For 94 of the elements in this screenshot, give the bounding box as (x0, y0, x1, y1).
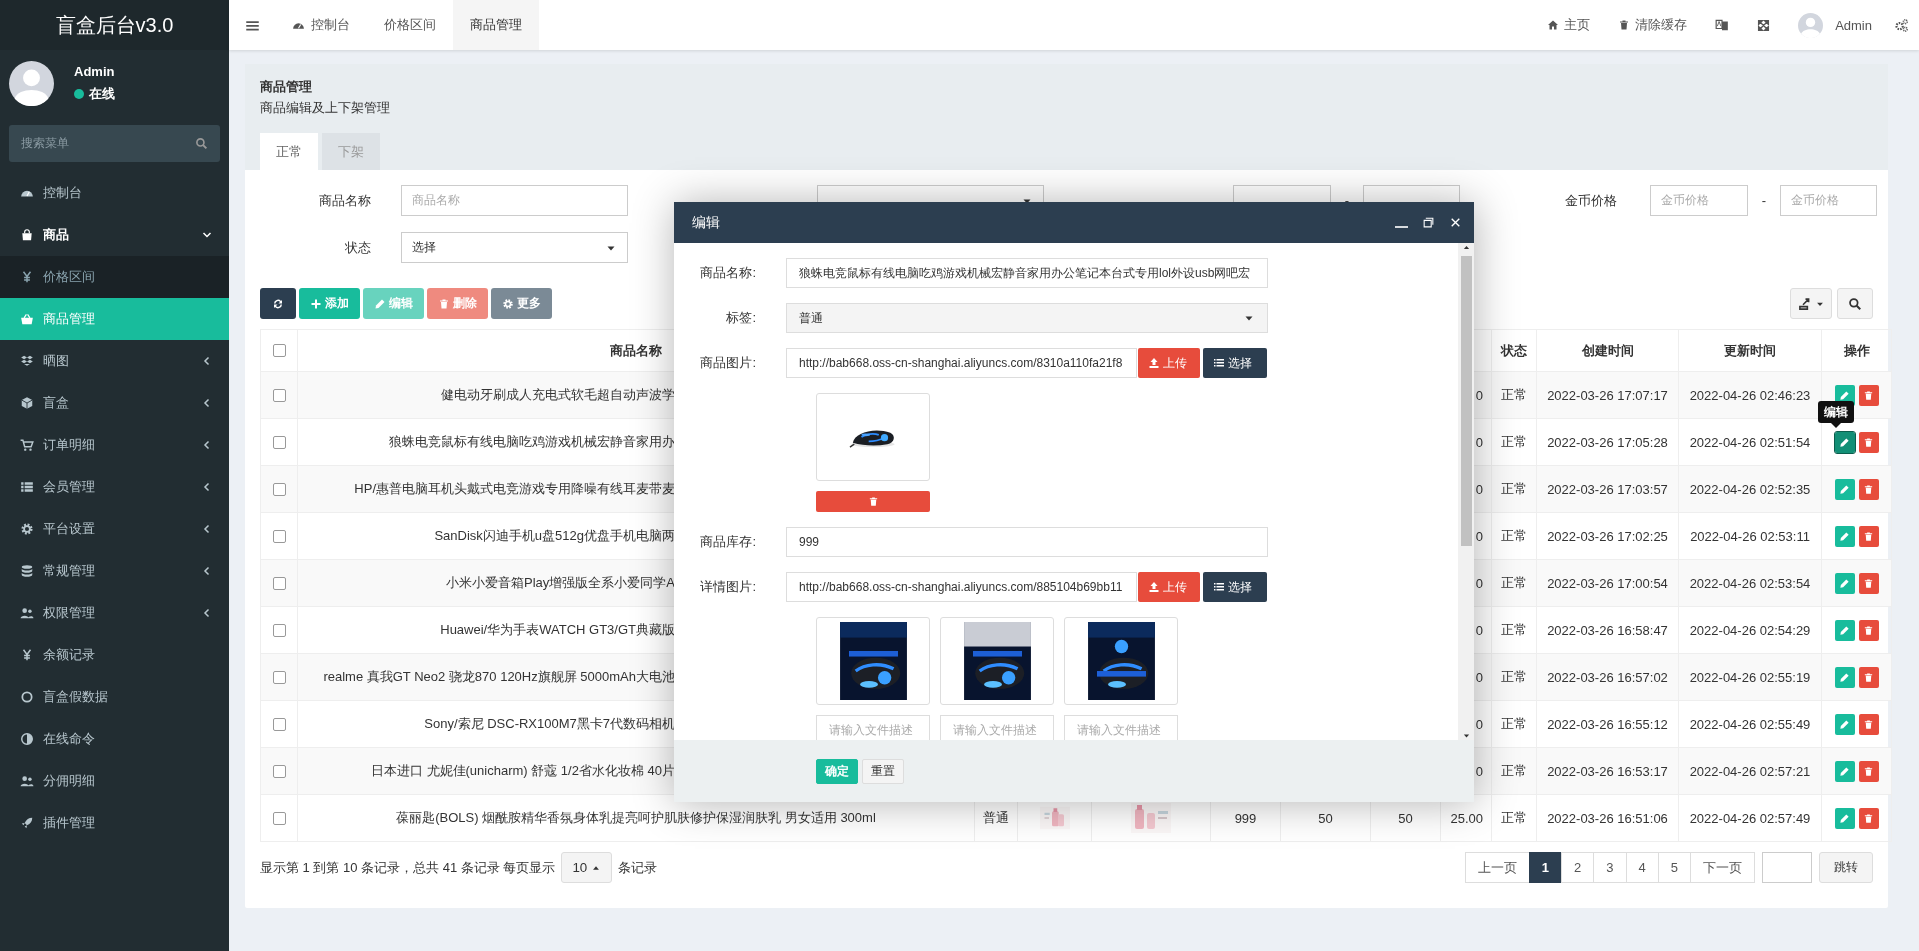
user-name[interactable]: Admin (1835, 17, 1872, 33)
more-button[interactable]: 更多 (491, 288, 552, 319)
table-cell: 正常 (1491, 747, 1537, 795)
pagination-summary: 显示第 1 到第 10 条记录，总共 41 条记录 每页显示 (260, 858, 556, 877)
column-header: 操作 (1821, 329, 1892, 372)
page-size-select[interactable]: 10 (561, 852, 613, 883)
url-field[interactable]: http://bab668.oss-cn-shanghai.aliyuncs.com/8310a110fa21f8 (786, 348, 1137, 378)
table-cell: 2022-03-26 16:53:17 (1536, 747, 1679, 795)
upload-button[interactable]: 上传 (1138, 572, 1200, 602)
range-separator: - (1343, 193, 1351, 208)
online-status: 在线 (74, 84, 115, 103)
table-cell: 正常 (1491, 512, 1537, 560)
sidebar-item[interactable]: 订单明细 (0, 424, 229, 466)
tooltip: 编辑 (1818, 401, 1854, 428)
sidebar-item[interactable]: 盲盒假数据 (0, 676, 229, 718)
filter-label: 金币价格 (1564, 191, 1617, 210)
table-cell: 正常 (1491, 794, 1537, 842)
table-cell: 2022-04-26 02:57:21 (1678, 747, 1822, 795)
sidebar-item[interactable]: 盲盒 (0, 382, 229, 424)
sidebar-item[interactable]: 价格区间 (0, 256, 229, 298)
table-cell: 2022-03-26 17:03:57 (1536, 465, 1679, 513)
table-cell: 2022-04-26 02:54:29 (1678, 606, 1822, 654)
form-label: 商品名称: (699, 264, 757, 282)
table-cell: 2022-04-26 02:55:49 (1678, 700, 1822, 748)
table-cell: 2022-03-26 16:55:12 (1536, 700, 1679, 748)
text-field[interactable]: 999 (786, 527, 1268, 557)
status-tab[interactable]: 正常 (260, 133, 318, 170)
sidebar-item[interactable]: 分佣明细 (0, 760, 229, 802)
table-cell: 2022-04-26 02:53:11 (1678, 512, 1822, 560)
table-cell: 2022-03-26 16:58:47 (1536, 606, 1679, 654)
page-title: 商品管理 (260, 78, 313, 96)
nav-tab[interactable]: 商品管理 (453, 0, 539, 50)
text-field[interactable]: 狼蛛电竞鼠标有线电脑吃鸡游戏机械宏静音家用办公笔记本台式专用lol外设usb网吧宏 (786, 258, 1268, 288)
table-cell: 正常 (1491, 418, 1537, 466)
sidebar-item[interactable]: 控制台 (0, 172, 229, 214)
user-name: Admin (74, 63, 115, 79)
choose-button[interactable]: 选择 (1203, 572, 1267, 602)
prev-page-button[interactable]: 上一页 (1464, 852, 1530, 883)
sidebar-item[interactable]: 插件管理 (0, 802, 229, 844)
select-field[interactable]: 选择 (401, 232, 628, 263)
page-button[interactable]: 3 (1593, 852, 1627, 883)
table-cell: 2022-03-26 17:02:25 (1536, 512, 1679, 560)
table-cell: 2022-03-26 17:00:54 (1536, 559, 1679, 607)
table-cell: 2022-03-26 16:57:02 (1536, 653, 1679, 701)
toolbar-link[interactable]: 清除缓存 (1604, 0, 1702, 50)
table-cell: 正常 (1491, 371, 1537, 419)
url-field[interactable]: http://bab668.oss-cn-shanghai.aliyuncs.com/885104b69bb11 (786, 572, 1137, 602)
sidebar-item[interactable]: 常规管理 (0, 550, 229, 592)
sidebar-item[interactable]: 平台设置 (0, 508, 229, 550)
form-label: 详情图片: (699, 578, 757, 596)
column-header: 更新时间 (1678, 329, 1822, 372)
sidebar-item[interactable]: 在线命令 (0, 718, 229, 760)
nav-tab[interactable]: 价格区间 (367, 0, 453, 50)
table-cell: 2022-03-26 17:07:17 (1536, 371, 1679, 419)
pagination-suffix: 条记录 (618, 858, 658, 877)
filter-label: 状态 (344, 238, 371, 257)
table-cell: 2022-04-26 02:55:19 (1678, 653, 1822, 701)
app-logo: 盲盒后台v3.0 (0, 0, 229, 50)
table-cell: 2022-03-26 16:51:06 (1536, 794, 1679, 842)
reset-button[interactable]: 重置 (862, 758, 904, 784)
select-field[interactable]: 普通 (786, 303, 1268, 333)
sidebar-item[interactable]: 商品 (0, 214, 229, 256)
column-header: 状态 (1491, 329, 1537, 372)
sidebar-item[interactable]: 权限管理 (0, 592, 229, 634)
table-cell: 正常 (1491, 653, 1537, 701)
table-cell: 2022-04-26 02:57:49 (1678, 794, 1822, 842)
next-page-button[interactable]: 下一页 (1690, 852, 1755, 883)
form-label: 商品图片: (699, 354, 757, 372)
dialog-title: 编辑 (692, 213, 721, 232)
page-button[interactable]: 1 (1528, 852, 1563, 883)
page-subtitle: 商品编辑及上下架管理 (260, 99, 391, 117)
table-cell: 正常 (1491, 465, 1537, 513)
page-button[interactable]: 5 (1657, 852, 1691, 883)
filter-label: 商品名称 (318, 191, 371, 210)
table-cell: 正常 (1491, 700, 1537, 748)
page-button[interactable]: 4 (1625, 852, 1659, 883)
upload-button[interactable]: 上传 (1138, 348, 1200, 378)
table-cell: 正常 (1491, 606, 1537, 654)
jump-button[interactable]: 跳转 (1819, 852, 1873, 883)
sidebar-item[interactable]: 会员管理 (0, 466, 229, 508)
sidebar-item[interactable]: 余额记录 (0, 634, 229, 676)
page-button[interactable]: 2 (1561, 852, 1595, 883)
form-label: 标签: (725, 309, 757, 327)
range-separator: - (1760, 193, 1768, 208)
nav-tab[interactable]: 控制台 (275, 0, 367, 50)
form-label: 商品库存: (699, 533, 757, 551)
toolbar-link[interactable]: 主页 (1533, 0, 1605, 50)
table-cell: 2022-04-26 02:53:54 (1678, 559, 1822, 607)
table-cell: 2022-04-26 02:52:35 (1678, 465, 1822, 513)
table-cell: 2022-03-26 17:05:28 (1536, 418, 1679, 466)
table-cell: 正常 (1491, 559, 1537, 607)
choose-button[interactable]: 选择 (1203, 348, 1267, 378)
sidebar-item[interactable]: 晒图 (0, 340, 229, 382)
column-header: 创建时间 (1536, 329, 1679, 372)
